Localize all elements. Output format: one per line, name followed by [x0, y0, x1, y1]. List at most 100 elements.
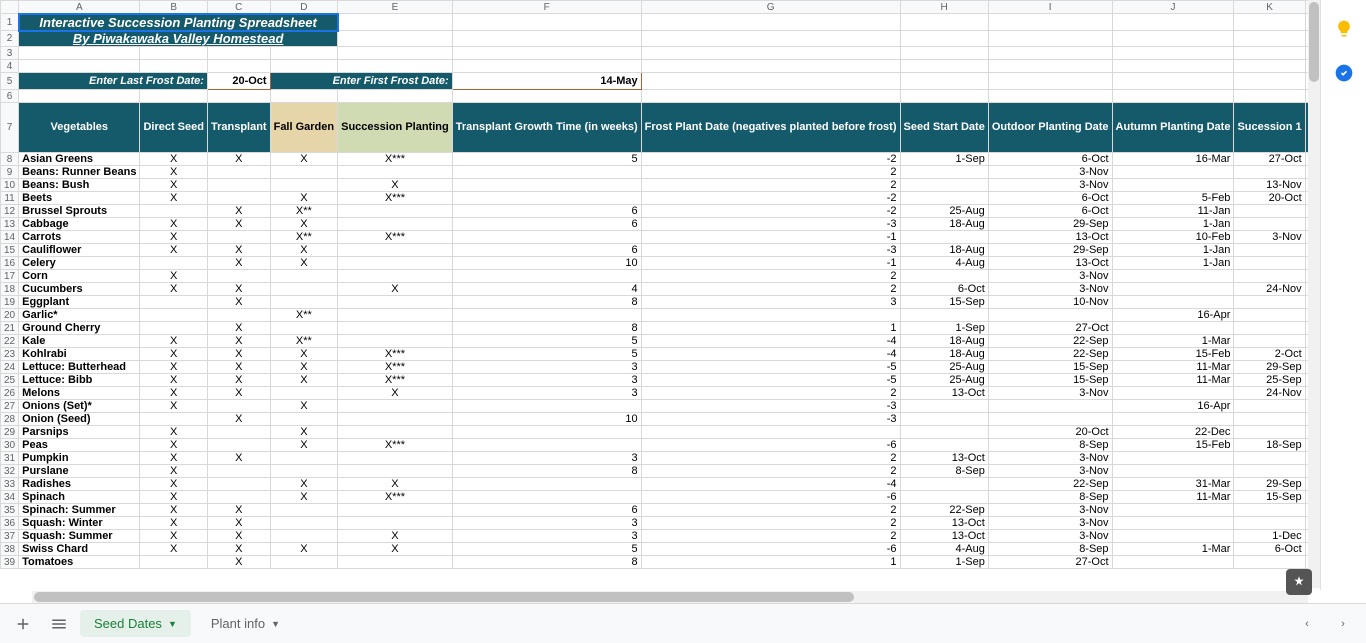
cell[interactable]: -3: [641, 218, 900, 231]
cell[interactable]: X: [270, 478, 338, 491]
cell[interactable]: [900, 426, 988, 439]
cell[interactable]: 2-Oct: [1234, 348, 1305, 361]
cell[interactable]: [270, 179, 338, 192]
tasks-icon[interactable]: [1333, 62, 1355, 84]
cell[interactable]: X: [207, 335, 270, 348]
cell[interactable]: 4: [452, 283, 641, 296]
cell[interactable]: [338, 296, 453, 309]
cell[interactable]: 3: [452, 452, 641, 465]
cell[interactable]: X: [207, 283, 270, 296]
cell[interactable]: [19, 60, 140, 73]
cell[interactable]: X: [207, 504, 270, 517]
cell[interactable]: [900, 192, 988, 205]
vegetable-name[interactable]: Asian Greens: [19, 153, 140, 166]
cell[interactable]: [1112, 31, 1234, 47]
cell[interactable]: [452, 31, 641, 47]
row-header[interactable]: 5: [1, 73, 19, 90]
cell[interactable]: 13-Oct: [900, 517, 988, 530]
cell[interactable]: 16-Apr: [1112, 400, 1234, 413]
cell[interactable]: X: [207, 322, 270, 335]
column-header[interactable]: K: [1234, 1, 1305, 14]
cell[interactable]: [207, 270, 270, 283]
cell[interactable]: [1112, 166, 1234, 179]
cell[interactable]: 1-Sep: [900, 556, 988, 569]
row-header[interactable]: 12: [1, 205, 19, 218]
cell[interactable]: X: [207, 387, 270, 400]
last-frost-input[interactable]: 20-Oct: [207, 73, 270, 90]
cell[interactable]: [1234, 426, 1305, 439]
cell[interactable]: [988, 31, 1112, 47]
cell[interactable]: [207, 478, 270, 491]
cell[interactable]: -2: [641, 205, 900, 218]
cell[interactable]: 6-Oct: [988, 153, 1112, 166]
cell[interactable]: 29-Sep: [1234, 478, 1305, 491]
cell[interactable]: [338, 517, 453, 530]
row-header[interactable]: 33: [1, 478, 19, 491]
cell[interactable]: 10: [452, 413, 641, 426]
cell[interactable]: [1234, 400, 1305, 413]
row-header[interactable]: 26: [1, 387, 19, 400]
cell[interactable]: -3: [641, 413, 900, 426]
cell[interactable]: [338, 309, 453, 322]
cell[interactable]: -4: [641, 478, 900, 491]
cell[interactable]: 8: [452, 465, 641, 478]
row-header[interactable]: 23: [1, 348, 19, 361]
cell[interactable]: [207, 166, 270, 179]
cell[interactable]: 8-Sep: [988, 491, 1112, 504]
cell[interactable]: X: [140, 478, 208, 491]
cell[interactable]: [270, 60, 338, 73]
cell[interactable]: 3: [452, 387, 641, 400]
cell[interactable]: [1234, 504, 1305, 517]
cell[interactable]: [641, 31, 900, 47]
cell[interactable]: [140, 205, 208, 218]
vegetable-name[interactable]: Eggplant: [19, 296, 140, 309]
cell[interactable]: X: [207, 517, 270, 530]
cell[interactable]: -1: [641, 231, 900, 244]
cell[interactable]: 3-Nov: [1234, 231, 1305, 244]
cell[interactable]: 25-Aug: [900, 374, 988, 387]
cell[interactable]: 10: [452, 257, 641, 270]
cell[interactable]: 24-Nov: [1234, 283, 1305, 296]
cell[interactable]: X: [207, 374, 270, 387]
cell[interactable]: [207, 179, 270, 192]
cell[interactable]: [140, 309, 208, 322]
row-header[interactable]: 2: [1, 31, 19, 47]
cell[interactable]: [900, 179, 988, 192]
cell[interactable]: X**: [270, 335, 338, 348]
cell[interactable]: 2: [641, 166, 900, 179]
cell[interactable]: X: [207, 296, 270, 309]
cell[interactable]: [900, 270, 988, 283]
cell[interactable]: X: [207, 556, 270, 569]
cell[interactable]: [988, 309, 1112, 322]
cell[interactable]: 2: [641, 270, 900, 283]
cell[interactable]: [1112, 504, 1234, 517]
cell[interactable]: 25-Sep: [1234, 374, 1305, 387]
row-header[interactable]: 1: [1, 14, 19, 31]
cell[interactable]: X: [270, 400, 338, 413]
cell[interactable]: [900, 231, 988, 244]
cell[interactable]: [270, 166, 338, 179]
row-header[interactable]: 36: [1, 517, 19, 530]
cell[interactable]: 3: [452, 530, 641, 543]
vegetable-name[interactable]: Cauliflower: [19, 244, 140, 257]
cell[interactable]: [338, 218, 453, 231]
row-header[interactable]: 24: [1, 361, 19, 374]
cell[interactable]: [900, 166, 988, 179]
cell[interactable]: 3-Nov: [988, 283, 1112, 296]
cell[interactable]: 11-Mar: [1112, 491, 1234, 504]
cell[interactable]: 15-Feb: [1112, 348, 1234, 361]
cell[interactable]: [1112, 413, 1234, 426]
cell[interactable]: 13-Oct: [988, 231, 1112, 244]
cell[interactable]: 8-Sep: [988, 439, 1112, 452]
cell[interactable]: [1112, 14, 1234, 31]
vegetable-name[interactable]: Peas: [19, 439, 140, 452]
cell[interactable]: [1234, 73, 1305, 90]
cell[interactable]: [1234, 205, 1305, 218]
cell[interactable]: [270, 413, 338, 426]
cell[interactable]: 1-Jan: [1112, 257, 1234, 270]
cell[interactable]: -2: [641, 153, 900, 166]
cell[interactable]: -1: [641, 257, 900, 270]
cell[interactable]: [270, 387, 338, 400]
cell[interactable]: [140, 322, 208, 335]
next-sheet-button[interactable]: ›: [1328, 609, 1358, 639]
